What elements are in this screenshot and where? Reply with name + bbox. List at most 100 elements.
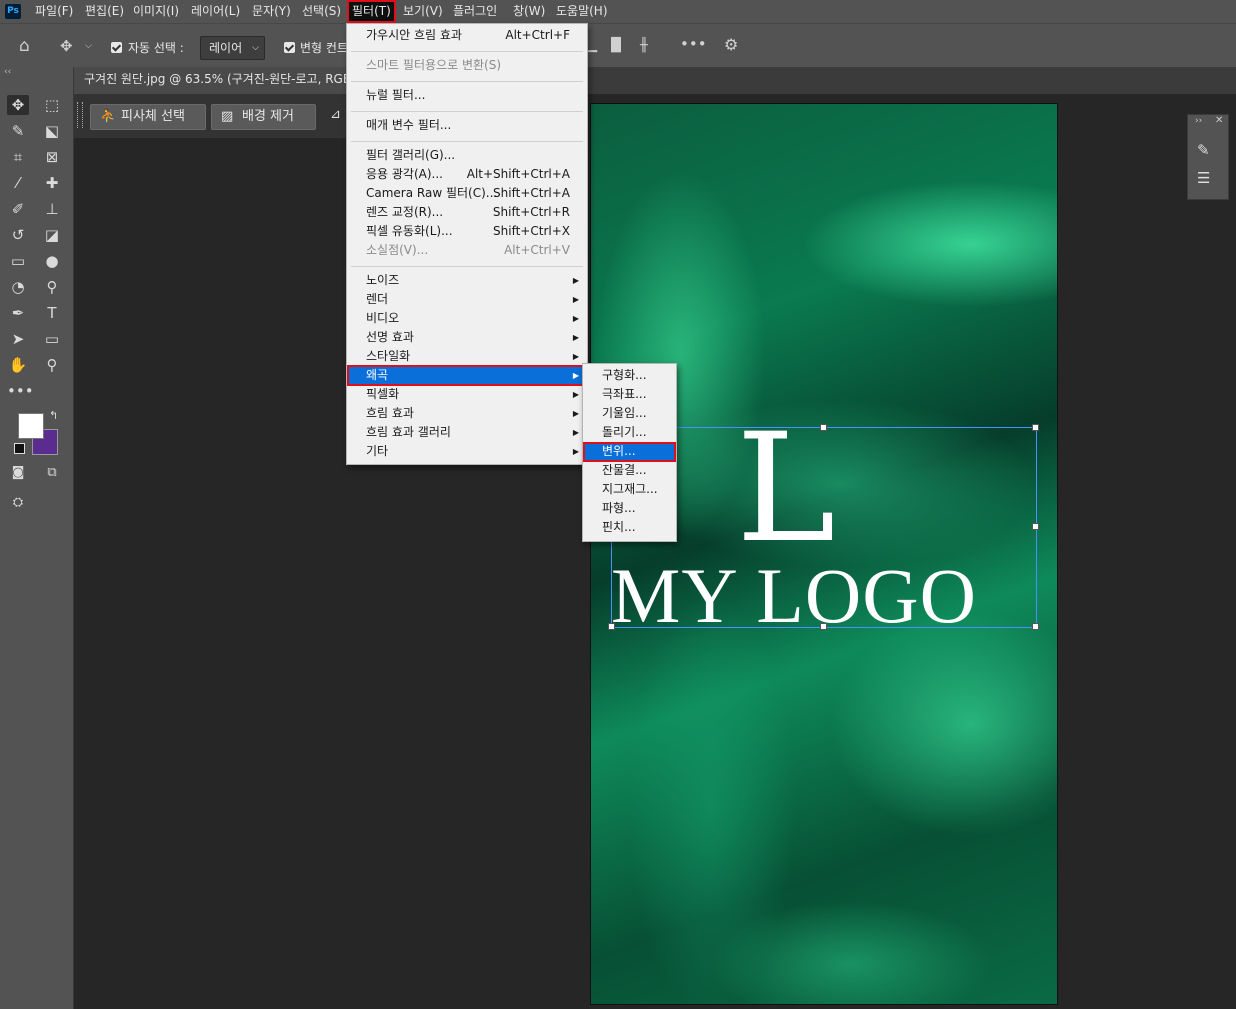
expand-panels-icon[interactable]: ››	[1195, 116, 1202, 126]
menu-file[interactable]: 파일(F)	[35, 0, 73, 23]
submenu-item-pinch[interactable]: 핀치...	[584, 518, 675, 537]
menu-item-video[interactable]: 비디오 ▶	[348, 309, 586, 328]
transform-handle[interactable]	[820, 623, 827, 630]
zoom-lens-tool-icon[interactable]: ⚲	[41, 277, 63, 297]
more-options-icon[interactable]: •••	[680, 36, 707, 52]
transform-controls-checkbox[interactable]	[284, 42, 295, 53]
home-icon[interactable]: ⌂	[19, 38, 30, 55]
photoshop-logo-icon: Ps	[5, 4, 21, 19]
menu-item-stylize[interactable]: 스타일화 ▶	[348, 347, 586, 366]
menu-item-adaptive-wide-angle[interactable]: 응용 광각(A)... Alt+Shift+Ctrl+A	[348, 165, 586, 184]
transform-handle[interactable]	[820, 424, 827, 431]
remove-background-button[interactable]: ▨ 배경 제거	[211, 104, 316, 130]
submenu-item-ripple[interactable]: 잔물결...	[584, 461, 675, 480]
chevron-right-icon: ▶	[572, 333, 579, 342]
marquee-tool-icon[interactable]: ⬚	[41, 95, 63, 115]
menu-item-pixelate[interactable]: 픽셀화 ▶	[348, 385, 586, 404]
tools-panel: ‹‹ ✥ ⬚ ✎ ⬕ ⌗ ⊠ ⁄ ✚ ✐ ⊥ ↺ ◪ ▭ ● ◔ ⚲ ✒ T ➤…	[0, 67, 74, 1009]
edit-toolbar-icon[interactable]: •••	[7, 381, 34, 401]
menu-item-blur-gallery[interactable]: 흐림 효과 갤러리 ▶	[348, 423, 586, 442]
eyedropper-tool-icon[interactable]: ⁄	[7, 173, 29, 193]
menu-layer[interactable]: 레이어(L)	[191, 0, 240, 23]
submenu-item-spherize[interactable]: 구형화...	[584, 366, 675, 385]
zoom-tool-icon[interactable]: ⚲	[41, 355, 63, 375]
close-icon[interactable]: ✕	[1215, 115, 1223, 126]
dodge-tool-icon[interactable]: ◔	[7, 277, 29, 297]
path-selection-tool-icon[interactable]: ➤	[7, 329, 29, 349]
rectangle-tool-icon[interactable]: ▭	[41, 329, 63, 349]
submenu-item-zigzag[interactable]: 지그재그...	[584, 480, 675, 499]
crop-tool-icon[interactable]: ⌗	[7, 147, 29, 167]
menu-item-sharpen[interactable]: 선명 효과 ▶	[348, 328, 586, 347]
menu-item-blur[interactable]: 흐림 효과 ▶	[348, 404, 586, 423]
brush-settings-icon[interactable]: ✎	[1197, 141, 1210, 159]
menu-item-gaussian-blur[interactable]: 가우시안 흐림 효과 Alt+Ctrl+F	[348, 26, 586, 45]
drag-handle[interactable]	[77, 102, 83, 128]
gradient-tool-icon[interactable]: ▭	[7, 251, 29, 271]
transform-handle[interactable]	[608, 623, 615, 630]
transform-icon[interactable]: ⊿	[330, 107, 341, 122]
submenu-item-polar-coordinates[interactable]: 극좌표...	[584, 385, 675, 404]
foreground-color-swatch[interactable]	[18, 413, 44, 439]
transform-handle[interactable]	[1032, 424, 1039, 431]
chevron-down-icon[interactable]: ⌵	[85, 38, 92, 54]
align-bottom-icon[interactable]: ▁	[587, 38, 597, 54]
menu-item-parametric-filters[interactable]: 매개 변수 필터...	[348, 116, 586, 135]
default-colors-icon[interactable]	[14, 443, 25, 454]
blur-tool-icon[interactable]: ●	[41, 251, 63, 271]
menu-item-liquify[interactable]: 픽셀 유동화(L)... Shift+Ctrl+X	[348, 222, 586, 241]
menu-item-convert-smart-filter: 스마트 필터용으로 변환(S)	[366, 58, 502, 72]
menu-item-neural-filters[interactable]: 뉴럴 필터...	[348, 86, 586, 105]
chevron-right-icon: ▶	[572, 314, 579, 323]
document-tab[interactable]: 구겨진 원단.jpg @ 63.5% (구겨진-원단-로고, RGB	[74, 67, 347, 94]
pen-tool-icon[interactable]: ✒	[7, 303, 29, 323]
menu-select[interactable]: 선택(S)	[302, 0, 341, 23]
adjustments-icon[interactable]: ☰	[1197, 169, 1210, 187]
clone-stamp-tool-icon[interactable]: ⊥	[41, 199, 63, 219]
menu-edit[interactable]: 편집(E)	[85, 0, 124, 23]
menu-item-lens-correction[interactable]: 렌즈 교정(R)... Shift+Ctrl+R	[348, 203, 586, 222]
menu-item-render[interactable]: 렌더 ▶	[348, 290, 586, 309]
eraser-tool-icon[interactable]: ◪	[41, 225, 63, 245]
menu-help[interactable]: 도움말(H)	[556, 0, 608, 23]
collapse-icon[interactable]: ‹‹	[4, 67, 11, 77]
menu-type[interactable]: 문자(Y)	[252, 0, 291, 23]
move-tool-icon[interactable]: ✥	[7, 95, 29, 115]
transform-handle[interactable]	[1032, 623, 1039, 630]
transform-handle[interactable]	[1032, 523, 1039, 530]
type-tool-icon[interactable]: T	[41, 303, 63, 323]
history-brush-tool-icon[interactable]: ↺	[7, 225, 29, 245]
menu-filter[interactable]: 필터(T)	[347, 0, 396, 23]
submenu-item-twirl[interactable]: 돌리기...	[584, 423, 675, 442]
brush-tool-icon[interactable]: ✐	[7, 199, 29, 219]
distribute-icon[interactable]: ▐▌	[606, 38, 626, 54]
quick-mask-icon[interactable]: ◙	[7, 463, 29, 483]
chevron-right-icon: ▶	[572, 295, 579, 304]
auto-select-checkbox[interactable]	[111, 42, 122, 53]
menu-view[interactable]: 보기(V)	[403, 0, 443, 23]
quick-selection-tool-icon[interactable]: ✎	[7, 121, 29, 141]
menu-plugins[interactable]: 플러그인	[453, 0, 497, 23]
document-canvas[interactable]: L MY LOGO	[590, 103, 1058, 1005]
screen-mode-icon[interactable]: ⧉	[41, 463, 63, 483]
collapsed-panel: ›› ✕ ✎ ☰	[1187, 114, 1229, 200]
healing-brush-tool-icon[interactable]: ✚	[41, 173, 63, 193]
distribute-horizontal-icon[interactable]: ╫	[640, 38, 648, 54]
hand-tool-icon[interactable]: ✋	[7, 355, 29, 375]
auto-select-dropdown[interactable]: 레이어 ⌵	[200, 36, 265, 60]
submenu-item-wave[interactable]: 파형...	[584, 499, 675, 518]
move-tool-icon[interactable]: ✥	[60, 38, 73, 54]
menu-item-camera-raw[interactable]: Camera Raw 필터(C)... Shift+Ctrl+A	[348, 184, 586, 203]
swap-colors-icon[interactable]: ↰	[49, 409, 58, 422]
menu-window[interactable]: 창(W)	[513, 0, 545, 23]
select-subject-button[interactable]: ⛹ 피사체 선택	[90, 104, 206, 130]
gear-icon[interactable]: ⚙	[724, 37, 738, 53]
frame-tool-icon[interactable]: ⊠	[41, 147, 63, 167]
menu-image[interactable]: 이미지(I)	[133, 0, 179, 23]
menu-item-other[interactable]: 기타 ▶	[348, 442, 586, 461]
menu-item-noise[interactable]: 노이즈 ▶	[348, 271, 586, 290]
submenu-item-shear[interactable]: 기울임...	[584, 404, 675, 423]
menu-item-filter-gallery[interactable]: 필터 갤러리(G)...	[348, 146, 586, 165]
share-icon[interactable]: ⛭	[7, 493, 29, 513]
object-selection-tool-icon[interactable]: ⬕	[41, 121, 63, 141]
